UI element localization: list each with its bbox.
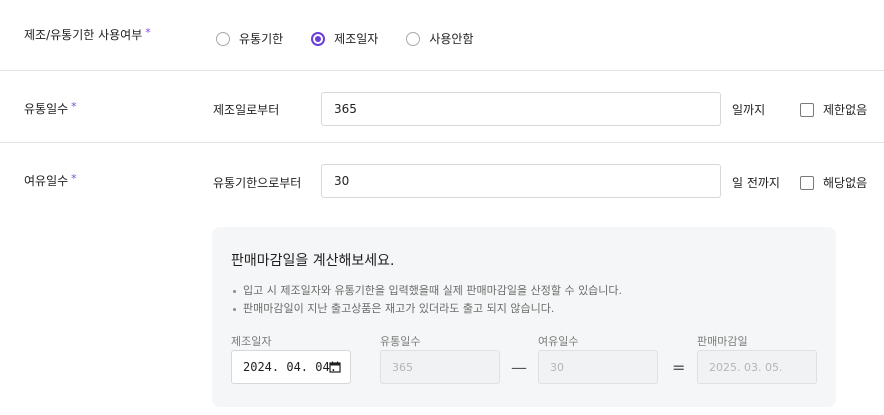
shelf-days-label: 유통일수 * [24, 100, 77, 117]
calc-margin-days-label: 여유일수 [538, 335, 579, 348]
margin-days-suffix: 일 전까지 [732, 176, 780, 190]
calc-margin-days-value: 30 [550, 360, 564, 374]
minus-operator: — [511, 358, 527, 377]
divider [0, 70, 884, 71]
mfg-date-value: 2024. 04. 04. [243, 360, 337, 374]
sell-by-date-label: 판매마감일 [697, 335, 748, 348]
shelf-days-suffix: 일까지 [732, 103, 766, 117]
radio-label: 제조일자 [334, 32, 379, 46]
mfg-usage-label: 제조/유통기한 사용여부 * [24, 26, 151, 43]
radio-button-icon[interactable] [216, 31, 230, 46]
not-applicable-checkbox-label: 해당없음 [823, 176, 868, 190]
radio-button-selected-icon[interactable] [311, 31, 326, 46]
margin-days-label-text: 여유일수 [24, 174, 69, 188]
margin-days-label: 여유일수 * [24, 172, 77, 189]
not-applicable-checkbox[interactable] [800, 175, 814, 190]
calculator-notes: 입고 시 제조일자와 유통기한을 입력했을때 실제 판매마감일을 산정할 수 있… [231, 282, 622, 318]
radio-button-icon[interactable] [406, 31, 421, 46]
sell-by-date-value: 2025. 03. 05. [709, 360, 783, 374]
radio-label: 유통기한 [239, 32, 284, 46]
radio-option-mfg-date[interactable]: 제조일자 [311, 30, 378, 47]
divider [0, 142, 884, 143]
required-mark: * [145, 26, 151, 39]
calc-shelf-days-value: 365 [392, 360, 413, 374]
calendar-icon[interactable] [329, 361, 341, 373]
mfg-usage-label-text: 제조/유통기한 사용여부 [24, 28, 143, 42]
mfg-usage-radio-group: 유통기한 제조일자 사용안함 [216, 30, 502, 47]
radio-label: 사용안함 [429, 32, 474, 46]
mfg-date-input[interactable]: 2024. 04. 04. [231, 350, 351, 384]
shelf-days-label-text: 유통일수 [24, 102, 69, 116]
calc-shelf-days-input: 365 [380, 350, 500, 384]
calculator-title: 판매마감일을 계산해보세요. [231, 253, 395, 269]
shelf-days-sub-label: 제조일로부터 [213, 103, 280, 117]
calculator-note: 입고 시 제조일자와 유통기한을 입력했을때 실제 판매마감일을 산정할 수 있… [231, 282, 622, 300]
no-limit-checkbox-label: 제한없음 [823, 103, 868, 117]
required-mark: * [71, 100, 77, 113]
mfg-date-label: 제조일자 [231, 335, 272, 348]
calculator-note: 판매마감일이 지난 출고상품은 재고가 있더라도 출고 되지 않습니다. [231, 300, 622, 318]
not-applicable-checkbox-wrap[interactable]: 해당없음 [800, 174, 867, 191]
no-limit-checkbox-wrap[interactable]: 제한없음 [800, 101, 867, 118]
calc-shelf-days-label: 유통일수 [380, 335, 421, 348]
margin-days-input[interactable] [321, 164, 721, 198]
no-limit-checkbox[interactable] [800, 102, 814, 117]
radio-option-none[interactable]: 사용안함 [406, 30, 474, 47]
radio-option-expiry[interactable]: 유통기한 [216, 30, 283, 47]
shelf-days-input[interactable] [321, 92, 721, 126]
sell-by-date-input: 2025. 03. 05. [697, 350, 817, 384]
margin-days-sub-label: 유통기한으로부터 [213, 176, 302, 190]
required-mark: * [71, 172, 77, 185]
sell-by-calculator-panel: 판매마감일을 계산해보세요. 입고 시 제조일자와 유통기한을 입력했을때 실제… [212, 227, 836, 407]
calc-margin-days-input: 30 [538, 350, 658, 384]
equals-operator: = [672, 358, 686, 377]
